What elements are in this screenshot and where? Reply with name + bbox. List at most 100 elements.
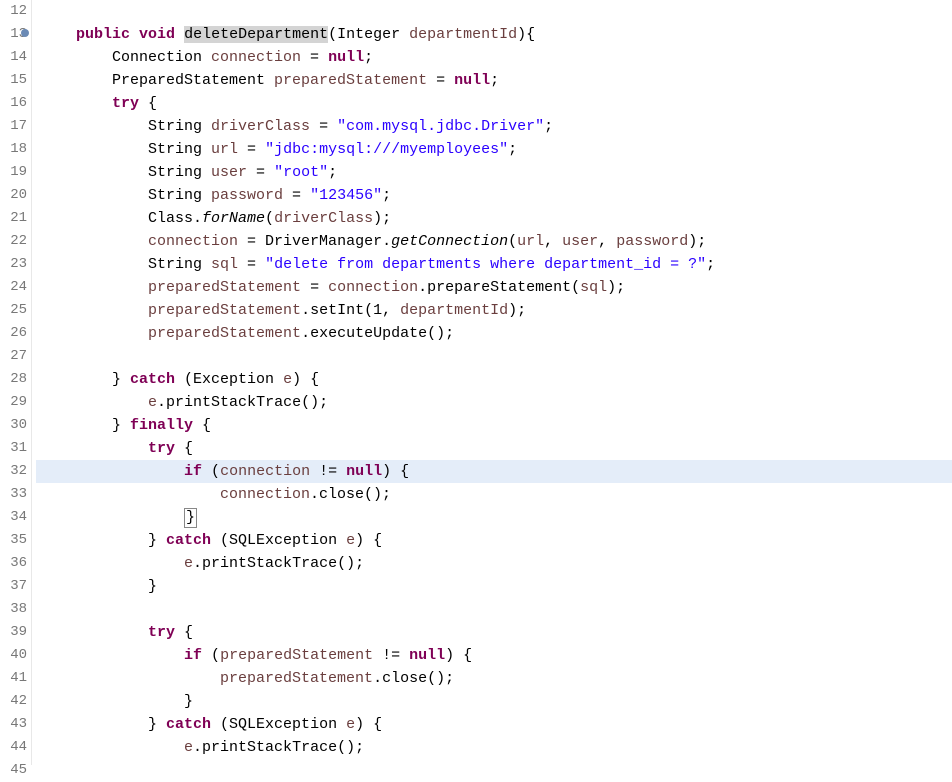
code-token-kw: catch	[166, 716, 211, 733]
code-line[interactable]: preparedStatement.setInt(1, departmentId…	[36, 299, 952, 322]
code-token-var: preparedStatement	[148, 325, 301, 342]
code-token-var: departmentId	[400, 302, 508, 319]
code-line[interactable]: String url = "jdbc:mysql:///myemployees"…	[36, 138, 952, 161]
line-number: 23	[0, 253, 27, 276]
code-token-kw: null	[454, 72, 490, 89]
line-number: 37	[0, 575, 27, 598]
line-number: 30	[0, 414, 27, 437]
code-line[interactable]: String password = "123456";	[36, 184, 952, 207]
code-token-kw: finally	[130, 417, 193, 434]
code-line[interactable]: preparedStatement.close();	[36, 667, 952, 690]
code-line[interactable]: try {	[36, 437, 952, 460]
code-line[interactable]: if (preparedStatement != null) {	[36, 644, 952, 667]
code-token-sel-occ: deleteDepartment	[184, 26, 328, 43]
line-number-gutter: 1213141516171819202122232425262728293031…	[0, 0, 32, 765]
code-token-var: preparedStatement	[274, 72, 427, 89]
code-token-var: e	[148, 394, 157, 411]
code-token-kw: try	[148, 624, 175, 641]
line-number: 32	[0, 460, 27, 483]
code-token-mtd: getConnection	[391, 233, 508, 250]
code-line[interactable]: String sql = "delete from departments wh…	[36, 253, 952, 276]
code-token-var: e	[346, 716, 355, 733]
code-line[interactable]: public void deleteDepartment(Integer dep…	[36, 23, 952, 46]
code-token-kw: null	[409, 647, 445, 664]
line-number: 16	[0, 92, 27, 115]
line-number: 15	[0, 69, 27, 92]
code-line[interactable]: }	[36, 575, 952, 598]
code-token-var: connection	[148, 233, 238, 250]
code-token-var: connection	[220, 486, 310, 503]
code-line[interactable]: } finally {	[36, 414, 952, 437]
code-token-kw: try	[148, 440, 175, 457]
code-line[interactable]: e.printStackTrace();	[36, 391, 952, 414]
line-number: 17	[0, 115, 27, 138]
code-line[interactable]: } catch (Exception e) {	[36, 368, 952, 391]
line-number: 14	[0, 46, 27, 69]
code-token-var: url	[517, 233, 544, 250]
code-token-str: "123456"	[310, 187, 382, 204]
line-number: 26	[0, 322, 27, 345]
line-number: 13	[0, 23, 27, 46]
code-line[interactable]: Class.forName(driverClass);	[36, 207, 952, 230]
code-line[interactable]: String driverClass = "com.mysql.jdbc.Dri…	[36, 115, 952, 138]
line-number: 38	[0, 598, 27, 621]
code-token-var: connection	[220, 463, 310, 480]
line-number: 18	[0, 138, 27, 161]
code-line[interactable]	[36, 0, 952, 23]
code-line[interactable]: } catch (SQLException e) {	[36, 529, 952, 552]
line-number: 19	[0, 161, 27, 184]
code-line[interactable]: try {	[36, 92, 952, 115]
override-marker-icon	[21, 29, 29, 37]
code-token-var: preparedStatement	[148, 302, 301, 319]
code-token-kw: try	[112, 95, 139, 112]
code-token-var: e	[346, 532, 355, 549]
code-line[interactable]: } catch (SQLException e) {	[36, 713, 952, 736]
code-token-var: driverClass	[211, 118, 310, 135]
code-line[interactable]	[36, 598, 952, 621]
code-line[interactable]: e.printStackTrace();	[36, 736, 952, 759]
code-token-var: sql	[211, 256, 238, 273]
code-token-var: connection	[211, 49, 301, 66]
code-token-var: user	[211, 164, 247, 181]
line-number: 39	[0, 621, 27, 644]
code-line[interactable]: }	[36, 506, 952, 529]
code-line[interactable]: Connection connection = null;	[36, 46, 952, 69]
code-token-var: e	[184, 555, 193, 572]
code-token-var: e	[283, 371, 292, 388]
code-line[interactable]: try {	[36, 621, 952, 644]
line-number: 43	[0, 713, 27, 736]
code-line[interactable]: }	[36, 690, 952, 713]
line-number: 36	[0, 552, 27, 575]
code-line[interactable]: preparedStatement = connection.prepareSt…	[36, 276, 952, 299]
code-token-var: e	[184, 739, 193, 756]
line-number: 24	[0, 276, 27, 299]
code-token-kw: catch	[130, 371, 175, 388]
line-number: 34	[0, 506, 27, 529]
code-token-kw: void	[139, 26, 175, 43]
line-number: 41	[0, 667, 27, 690]
code-line[interactable]: if (connection != null) {	[36, 460, 952, 483]
code-line[interactable]: String user = "root";	[36, 161, 952, 184]
line-number: 29	[0, 391, 27, 414]
line-number: 45	[0, 759, 27, 782]
code-line[interactable]: preparedStatement.executeUpdate();	[36, 322, 952, 345]
code-token-var: departmentId	[409, 26, 517, 43]
code-editor-area[interactable]: public void deleteDepartment(Integer dep…	[32, 0, 952, 765]
code-token-var: preparedStatement	[220, 647, 373, 664]
code-line[interactable]: e.printStackTrace();	[36, 552, 952, 575]
line-number: 42	[0, 690, 27, 713]
code-line[interactable]: connection.close();	[36, 483, 952, 506]
code-token-var: sql	[580, 279, 607, 296]
code-token-str: "jdbc:mysql:///myemployees"	[265, 141, 508, 158]
code-token-var: password	[616, 233, 688, 250]
line-number: 40	[0, 644, 27, 667]
line-number: 25	[0, 299, 27, 322]
line-number: 22	[0, 230, 27, 253]
code-token-mtd: forName	[202, 210, 265, 227]
code-token-var: driverClass	[274, 210, 373, 227]
code-token-str: "com.mysql.jdbc.Driver"	[337, 118, 544, 135]
code-line[interactable]	[36, 759, 952, 782]
code-line[interactable]	[36, 345, 952, 368]
code-line[interactable]: connection = DriverManager.getConnection…	[36, 230, 952, 253]
code-line[interactable]: PreparedStatement preparedStatement = nu…	[36, 69, 952, 92]
